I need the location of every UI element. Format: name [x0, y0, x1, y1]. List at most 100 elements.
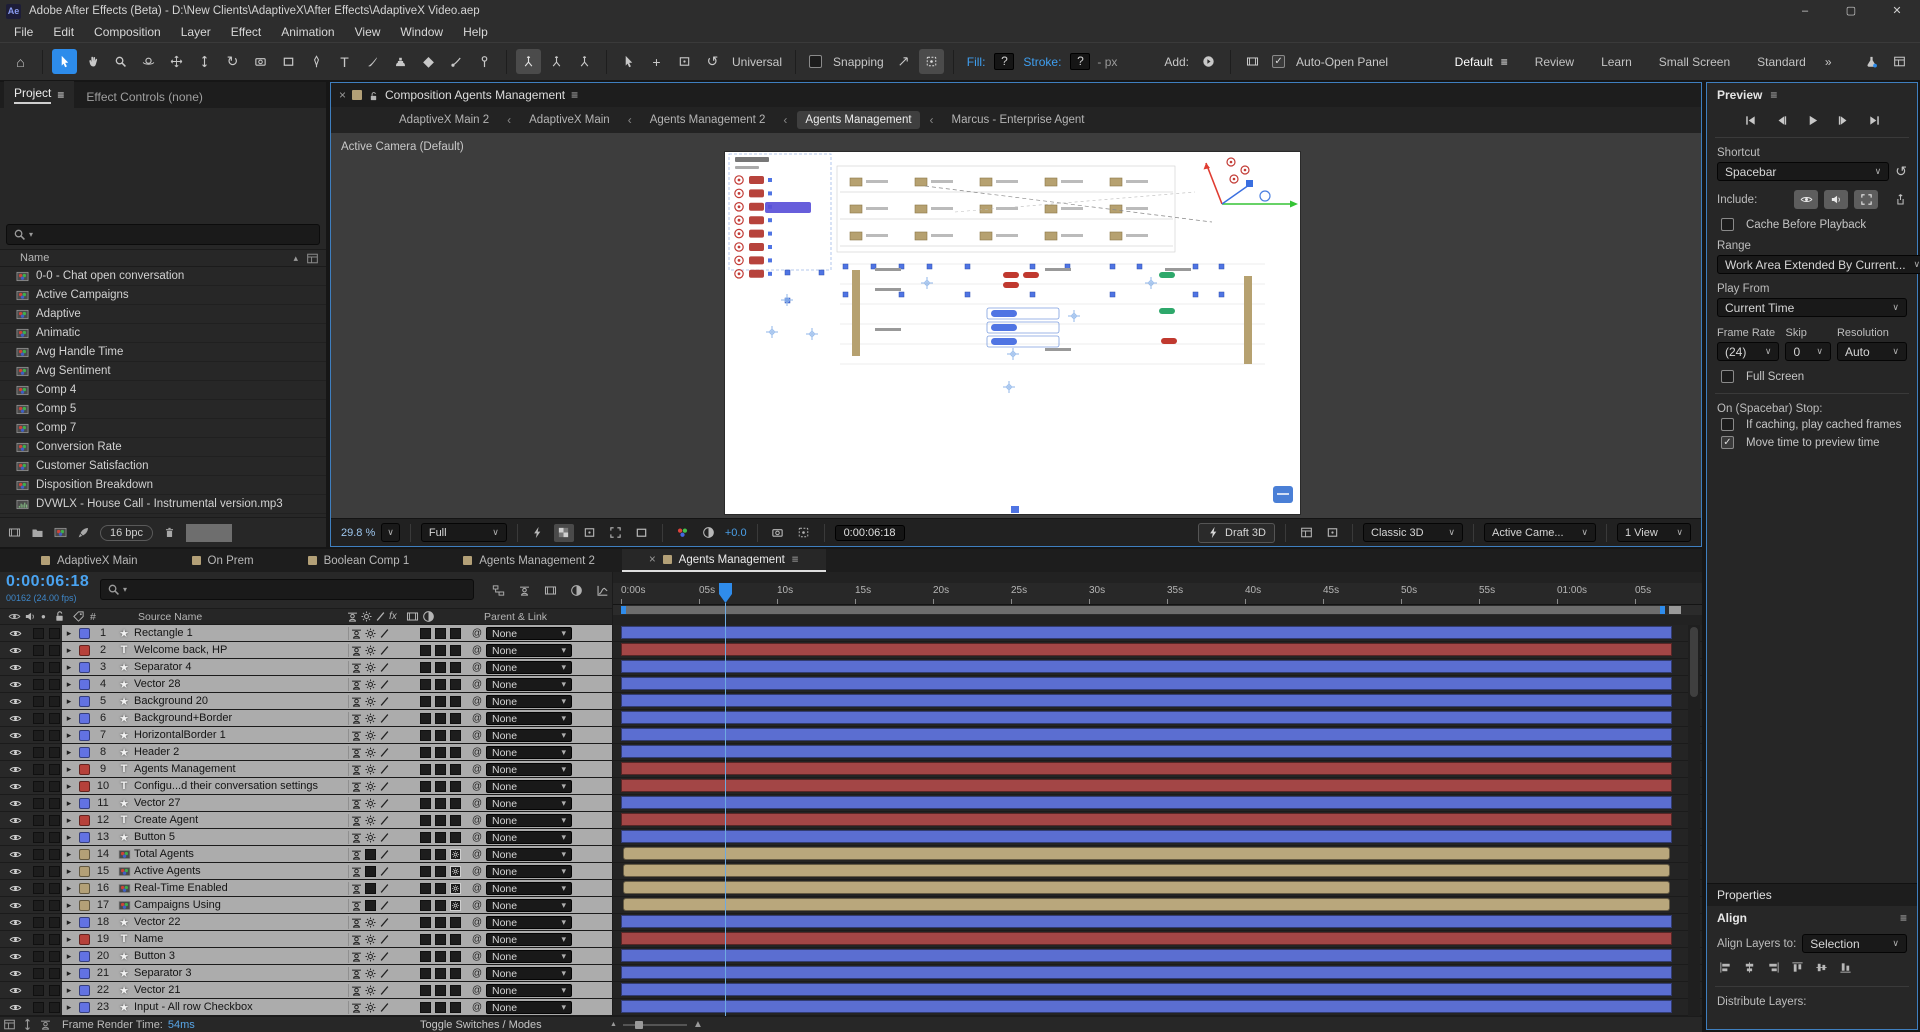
- layer-motion-blur-switch[interactable]: [435, 729, 446, 741]
- layer-3d-switch[interactable]: [450, 780, 461, 792]
- layer-3d-switch[interactable]: [450, 984, 461, 996]
- parent-link-select[interactable]: None ▾: [486, 780, 572, 794]
- rotate-view-mode[interactable]: ↺: [700, 49, 725, 74]
- layer-visibility-toggle[interactable]: [0, 829, 30, 845]
- layer-label-chip[interactable]: [76, 644, 92, 656]
- view-count-select[interactable]: 1 View ∨: [1617, 523, 1691, 542]
- layer-label-chip[interactable]: [76, 933, 92, 945]
- layer-visibility-toggle[interactable]: [0, 659, 30, 675]
- parent-link-select[interactable]: None ▾: [486, 644, 572, 658]
- menu-file[interactable]: File: [4, 25, 43, 39]
- layer-duration-bar[interactable]: [621, 694, 1672, 707]
- layer-motion-blur-switch[interactable]: [435, 1001, 446, 1013]
- layer-visibility-toggle[interactable]: [0, 982, 30, 998]
- menu-animation[interactable]: Animation: [271, 25, 344, 39]
- layer-name[interactable]: Agents Management: [134, 763, 348, 775]
- layer-fx-switch[interactable]: [420, 831, 431, 843]
- layer-row[interactable]: ▸ 13 ★ Button 5 @ None ▾: [0, 829, 1702, 846]
- layer-name[interactable]: Separator 4: [134, 661, 348, 673]
- magnification-value[interactable]: 29.8 %: [341, 527, 375, 539]
- video-column-icon[interactable]: [8, 610, 21, 623]
- layer-solo-toggle[interactable]: [46, 829, 62, 845]
- viewer-timecode[interactable]: 0:00:06:18: [834, 524, 905, 541]
- layer-3d-switch[interactable]: [450, 661, 461, 673]
- layer-row[interactable]: ▸ 18 ★ Vector 22 @ None ▾: [0, 914, 1702, 931]
- include-overlays-button[interactable]: [1854, 190, 1878, 209]
- close-composition-icon[interactable]: ×: [339, 88, 346, 102]
- breadcrumb-1[interactable]: AdaptiveX Main 2: [391, 111, 497, 129]
- stroke-label[interactable]: Stroke:: [1019, 55, 1065, 69]
- layer-expand-arrow[interactable]: ▸: [62, 764, 76, 775]
- layer-shy-switch[interactable]: [349, 882, 363, 895]
- project-item[interactable]: DVWLX - House Call - Instrumental versio…: [0, 495, 326, 514]
- layer-visibility-toggle[interactable]: [0, 761, 30, 777]
- layer-shy-switch[interactable]: [349, 933, 363, 946]
- layer-row[interactable]: ▸ 14 Total Agents @ None ▾: [0, 846, 1702, 863]
- layer-duration-bar[interactable]: [623, 881, 1670, 894]
- parent-pickwhip-icon[interactable]: @: [468, 662, 486, 673]
- view-layout-icon[interactable]: [1296, 524, 1316, 542]
- layer-name[interactable]: Name: [134, 933, 348, 945]
- layer-name[interactable]: Active Agents: [134, 865, 348, 877]
- menu-layer[interactable]: Layer: [171, 25, 221, 39]
- layer-solo-toggle[interactable]: [46, 948, 62, 964]
- layer-collapse-switch[interactable]: [363, 814, 377, 827]
- layer-track[interactable]: [612, 710, 1702, 727]
- layer-label-chip[interactable]: [76, 831, 92, 843]
- breadcrumb-2[interactable]: AdaptiveX Main: [521, 111, 618, 129]
- layer-duration-bar[interactable]: [621, 779, 1672, 792]
- layer-expand-arrow[interactable]: ▸: [62, 951, 76, 962]
- maximize-button[interactable]: ▢: [1828, 0, 1874, 22]
- menu-composition[interactable]: Composition: [84, 25, 171, 39]
- channels-icon[interactable]: [673, 524, 693, 542]
- layer-track[interactable]: [612, 676, 1702, 693]
- selection-mode[interactable]: [616, 49, 641, 74]
- parent-link-select[interactable]: None ▾: [486, 1001, 572, 1015]
- layer-shy-switch[interactable]: [349, 661, 363, 674]
- layer-quality-switch[interactable]: [377, 967, 391, 980]
- layer-expand-arrow[interactable]: ▸: [62, 849, 76, 860]
- layer-audio-toggle[interactable]: [30, 846, 46, 862]
- layer-fx-switch[interactable]: [420, 678, 431, 690]
- layer-audio-toggle[interactable]: [30, 948, 46, 964]
- layer-solo-toggle[interactable]: [46, 846, 62, 862]
- layer-3d-switch[interactable]: [450, 831, 461, 843]
- layer-track[interactable]: [612, 948, 1702, 965]
- parent-pickwhip-icon[interactable]: @: [468, 1002, 486, 1013]
- layer-shy-switch[interactable]: [349, 950, 363, 963]
- menu-window[interactable]: Window: [390, 25, 453, 39]
- project-item[interactable]: 0-0 - Chat open conversation: [0, 267, 326, 286]
- layer-duration-bar[interactable]: [621, 762, 1672, 775]
- layer-fx-switch[interactable]: [420, 695, 431, 707]
- layer-expand-arrow[interactable]: ▸: [62, 798, 76, 809]
- zoom-slider-thumb[interactable]: [634, 1020, 643, 1029]
- layer-duration-bar[interactable]: [623, 864, 1670, 877]
- layer-expand-arrow[interactable]: ▸: [62, 985, 76, 996]
- layer-row[interactable]: ▸ 11 ★ Vector 27 @ None ▾: [0, 795, 1702, 812]
- layer-expand-arrow[interactable]: ▸: [62, 883, 76, 894]
- pen-tool[interactable]: [304, 49, 329, 74]
- layer-name[interactable]: HorizontalBorder 1: [134, 729, 348, 741]
- layer-fx-switch[interactable]: [420, 729, 431, 741]
- layer-shy-switch[interactable]: [349, 916, 363, 929]
- layer-duration-bar[interactable]: [621, 660, 1672, 673]
- home-tool[interactable]: ⌂: [8, 49, 33, 74]
- layer-name[interactable]: Real-Time Enabled: [134, 882, 348, 894]
- layer-solo-toggle[interactable]: [46, 914, 62, 930]
- layer-track[interactable]: [612, 965, 1702, 982]
- new-composition-icon[interactable]: [54, 526, 67, 539]
- layer-label-chip[interactable]: [76, 627, 92, 639]
- parent-link-select[interactable]: None ▾: [486, 933, 572, 947]
- parent-pickwhip-icon[interactable]: @: [468, 764, 486, 775]
- layer-audio-toggle[interactable]: [30, 914, 46, 930]
- layer-label-chip[interactable]: [76, 678, 92, 690]
- next-frame-button[interactable]: [1832, 111, 1854, 129]
- snap-mask-icon[interactable]: [918, 49, 944, 74]
- workspace-default[interactable]: Default ≡: [1443, 55, 1520, 69]
- layer-motion-blur-switch[interactable]: [435, 882, 446, 894]
- project-item[interactable]: Comp 4: [0, 381, 326, 400]
- layer-solo-toggle[interactable]: [46, 931, 62, 947]
- layer-expand-arrow[interactable]: ▸: [62, 1002, 76, 1013]
- layer-row[interactable]: ▸ 19 T Name @ None ▾: [0, 931, 1702, 948]
- parent-link-select[interactable]: None ▾: [486, 984, 572, 998]
